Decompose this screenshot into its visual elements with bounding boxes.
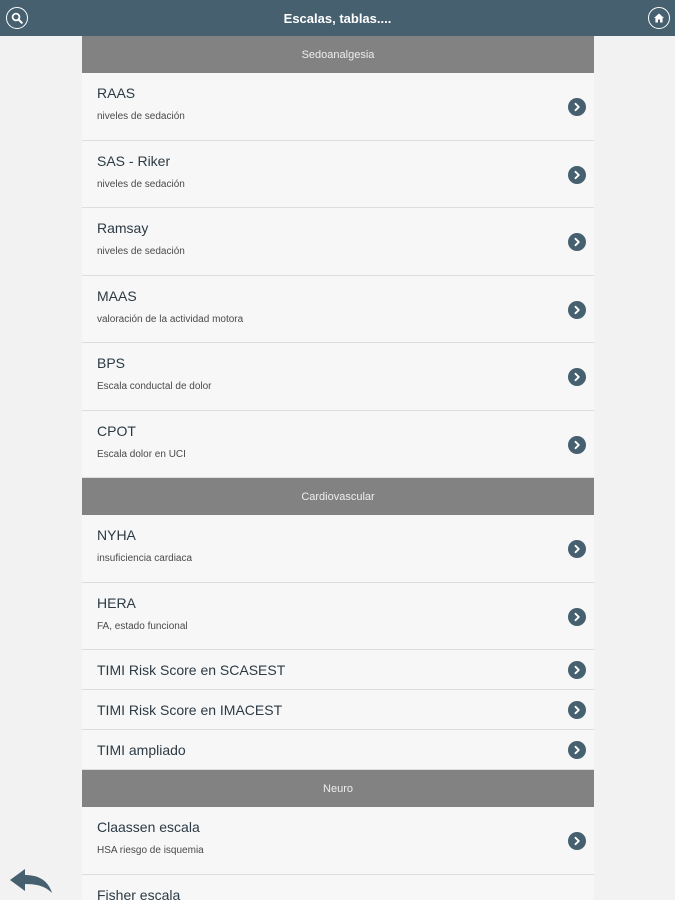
- chevron-right-icon[interactable]: [568, 165, 586, 184]
- list-item-subtitle: niveles de sedación: [97, 111, 185, 122]
- page-title: Escalas, tablas....: [283, 10, 392, 26]
- list-item[interactable]: Fisher escala: [82, 874, 594, 900]
- list-item-title: HERA: [97, 594, 136, 611]
- list-item-title: TIMI Risk Score en IMACEST: [97, 702, 283, 718]
- list-item[interactable]: RAAS niveles de sedación: [82, 73, 594, 141]
- list-item-title: SAS - Riker: [97, 152, 171, 169]
- scales-list: Sedoanalgesia RAAS niveles de sedación SAS …: [82, 36, 594, 900]
- list-item-title: CPOT: [97, 422, 136, 439]
- list-item-subtitle: niveles de sedación: [97, 178, 185, 190]
- list-item-title: NYHA: [97, 527, 136, 543]
- list-item-subtitle: Escala conductal de dolor: [97, 381, 212, 392]
- list-item-subtitle: Escala dolor en UCI: [97, 448, 186, 460]
- list-item[interactable]: Ramsay niveles de sedación: [82, 208, 594, 276]
- list-item-title: RAAS: [97, 85, 136, 101]
- list-item-title: MAAS: [97, 287, 137, 304]
- list-item-title: TIMI Risk Score en SCASEST: [97, 662, 286, 678]
- list-item[interactable]: SAS - Riker niveles de sedación: [82, 140, 594, 208]
- list-item-title: Ramsay: [97, 220, 149, 236]
- list-item-title: TIMI ampliado: [97, 742, 186, 758]
- list-item-title: Claassen escala: [97, 819, 200, 835]
- chevron-right-icon[interactable]: [568, 233, 586, 251]
- list-item[interactable]: HERA FA, estado funcional: [82, 582, 594, 650]
- chevron-right-icon[interactable]: [568, 607, 586, 626]
- chevron-right-icon[interactable]: [568, 435, 586, 454]
- list-item-title: BPS: [97, 355, 126, 371]
- list-item[interactable]: MAAS valoración de la actividad motora: [82, 275, 594, 343]
- chevron-right-icon[interactable]: [568, 832, 586, 850]
- chevron-right-icon[interactable]: [568, 701, 586, 719]
- list-item-subtitle: HSA riesgo de isquemia: [97, 845, 204, 856]
- list-item[interactable]: TIMI ampliado: [82, 730, 594, 770]
- list-item-title: Fisher escala: [97, 886, 181, 900]
- search-button[interactable]: [6, 7, 28, 29]
- chevron-right-icon[interactable]: [568, 368, 586, 386]
- section-header: Sedoanalgesia: [82, 36, 594, 73]
- home-icon: [654, 13, 664, 23]
- section-header: Neuro: [82, 770, 594, 807]
- chevron-right-icon[interactable]: [568, 300, 586, 319]
- list-item[interactable]: NYHA insuficiencia cardiaca: [82, 515, 594, 583]
- list-item-subtitle: insuficiencia cardiaca: [97, 553, 193, 564]
- home-button[interactable]: [648, 7, 670, 29]
- top-navigation-bar: Escalas, tablas....: [0, 0, 675, 36]
- list-item-subtitle: valoración de la actividad motora: [97, 313, 244, 325]
- list-item[interactable]: TIMI Risk Score en IMACEST: [82, 690, 594, 730]
- back-arrow-icon[interactable]: [8, 866, 54, 896]
- list-item[interactable]: Claassen escala HSA riesgo de isquemia: [82, 807, 594, 875]
- list-item[interactable]: BPS Escala conductal de dolor: [82, 343, 594, 411]
- search-icon: [11, 12, 23, 24]
- list-item[interactable]: TIMI Risk Score en SCASEST: [82, 650, 594, 690]
- chevron-right-icon[interactable]: [568, 661, 586, 679]
- chevron-right-icon[interactable]: [568, 98, 586, 116]
- chevron-right-icon[interactable]: [568, 540, 586, 558]
- list-item[interactable]: CPOT Escala dolor en UCI: [82, 410, 594, 478]
- list-item-subtitle: niveles de sedación: [97, 246, 185, 257]
- chevron-right-icon[interactable]: [568, 741, 586, 759]
- list-item-subtitle: FA, estado funcional: [97, 620, 188, 632]
- section-header: Cardiovascular: [82, 478, 594, 515]
